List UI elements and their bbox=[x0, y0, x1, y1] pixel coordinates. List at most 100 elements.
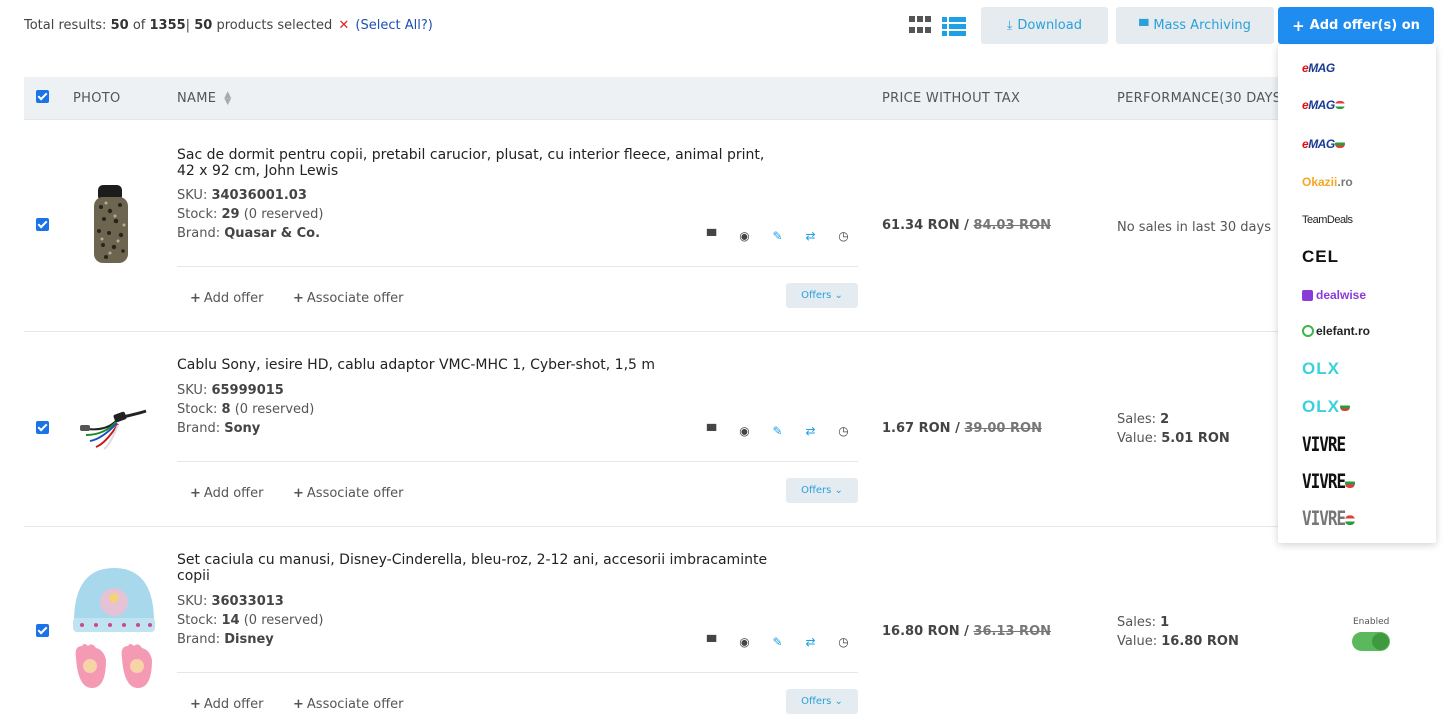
results-total: 1355 bbox=[149, 18, 186, 33]
old-price: 36.13 RON bbox=[973, 624, 1051, 639]
chevron-down-icon: ⌄ bbox=[834, 485, 843, 496]
header-name[interactable]: NAME ▲ ▼ bbox=[177, 90, 231, 106]
add-offer-link[interactable]: + Add offer bbox=[190, 697, 263, 712]
value-amount: 16.80 RON bbox=[1161, 634, 1239, 649]
offers-button[interactable]: Offers ⌄ bbox=[786, 478, 858, 503]
view-icon[interactable]: ◉ bbox=[738, 424, 751, 438]
price: 1.67 RON / 39.00 RON bbox=[882, 421, 1042, 436]
mass-archiving-button[interactable]: ▀ Mass Archiving bbox=[1116, 7, 1274, 44]
history-icon[interactable]: ◷ bbox=[837, 229, 850, 243]
sales-value: 1 bbox=[1160, 615, 1170, 630]
offers-button[interactable]: Offers ⌄ bbox=[786, 689, 858, 714]
product-photo bbox=[73, 568, 155, 688]
plus-icon: + bbox=[293, 697, 304, 712]
edit-icon[interactable]: ✎ bbox=[771, 229, 784, 243]
performance: Sales: 1 Value: 16.80 RON bbox=[1117, 615, 1239, 649]
sku-value: 34036001.03 bbox=[211, 188, 307, 203]
history-icon[interactable]: ◷ bbox=[837, 635, 850, 649]
marketplace-emag-bg[interactable]: e MAG bbox=[1302, 134, 1345, 154]
price: 16.80 RON / 36.13 RON bbox=[882, 624, 1051, 639]
sku-value: 36033013 bbox=[211, 594, 284, 609]
edit-icon[interactable]: ✎ bbox=[771, 635, 784, 649]
stock-value: 8 bbox=[221, 402, 231, 417]
row-checkbox[interactable] bbox=[36, 421, 49, 434]
swap-icon[interactable]: ⇄ bbox=[804, 229, 817, 243]
marketplace-olx-ro[interactable]: OLX bbox=[1302, 359, 1340, 379]
marketplace-vivre-ro[interactable]: VIVRE bbox=[1302, 433, 1346, 457]
sales-value: 2 bbox=[1160, 412, 1170, 427]
download-button[interactable]: ⤓ Download bbox=[981, 7, 1108, 44]
add-offer-link[interactable]: + Add offer bbox=[190, 486, 263, 501]
archive-icon[interactable]: ▀ bbox=[705, 635, 718, 649]
row-checkbox[interactable] bbox=[36, 218, 49, 231]
row-actions: ▀ ◉ ✎ ⇄ ◷ bbox=[705, 424, 850, 438]
history-icon[interactable]: ◷ bbox=[837, 424, 850, 438]
toolbar: Total results: 50 of 1355| 50 products s… bbox=[0, 0, 1449, 56]
marketplace-cel[interactable]: CEL bbox=[1302, 247, 1339, 267]
performance: Sales: 2 Value: 5.01 RON bbox=[1117, 412, 1230, 446]
row-checkbox[interactable] bbox=[36, 624, 49, 637]
brand-value: Sony bbox=[224, 421, 261, 436]
plus-icon: + bbox=[293, 486, 304, 501]
view-icon[interactable]: ◉ bbox=[738, 635, 751, 649]
product-meta: SKU: 34036001.03 Stock: 29 (0 reserved) … bbox=[177, 188, 324, 241]
stock-value: 29 bbox=[221, 207, 240, 222]
product-meta: SKU: 65999015 Stock: 8 (0 reserved) Bran… bbox=[177, 383, 315, 436]
swap-icon[interactable]: ⇄ bbox=[804, 424, 817, 438]
plus-icon: + bbox=[190, 486, 201, 501]
marketplace-teamdeals[interactable]: TeamDeals bbox=[1302, 210, 1353, 230]
download-icon: ⤓ bbox=[1007, 18, 1013, 32]
plus-icon: + bbox=[1292, 16, 1305, 35]
row-divider bbox=[24, 526, 1436, 527]
add-offer-link[interactable]: + Add offer bbox=[190, 291, 263, 306]
old-price: 39.00 RON bbox=[964, 421, 1042, 436]
sku-value: 65999015 bbox=[211, 383, 284, 398]
list-view-icon[interactable] bbox=[942, 16, 966, 36]
clear-selection-icon[interactable]: ✕ bbox=[338, 18, 349, 33]
archive-icon[interactable]: ▀ bbox=[705, 424, 718, 438]
value-amount: 5.01 RON bbox=[1161, 431, 1230, 446]
select-all-link[interactable]: (Select All?) bbox=[355, 18, 432, 33]
row-divider bbox=[24, 331, 1436, 332]
marketplace-dealwise[interactable]: dealwise bbox=[1302, 285, 1366, 305]
old-price: 84.03 RON bbox=[973, 218, 1051, 233]
selected-label: products selected bbox=[216, 18, 333, 33]
stock-value: 14 bbox=[221, 613, 240, 628]
associate-offer-link[interactable]: + Associate offer bbox=[293, 486, 404, 501]
edit-icon[interactable]: ✎ bbox=[771, 424, 784, 438]
marketplace-emag-hu[interactable]: e MAG bbox=[1302, 95, 1345, 115]
associate-offer-link[interactable]: + Associate offer bbox=[293, 291, 404, 306]
marketplace-emag-ro[interactable]: e MAG bbox=[1302, 58, 1335, 78]
marketplace-vivre-hu[interactable]: VIVRE bbox=[1302, 507, 1356, 531]
add-offers-button[interactable]: + Add offer(s) on bbox=[1278, 7, 1434, 44]
archive-icon: ▀ bbox=[1139, 18, 1149, 33]
marketplace-elefant[interactable]: elefant.ro bbox=[1302, 321, 1370, 341]
selected-count: 50 bbox=[194, 18, 213, 33]
enabled-toggle[interactable] bbox=[1352, 632, 1390, 651]
hu-flag-icon bbox=[1334, 101, 1345, 109]
marketplace-olx-bg[interactable]: OLX bbox=[1302, 397, 1350, 417]
bg-flag-icon bbox=[1345, 477, 1356, 488]
archive-icon[interactable]: ▀ bbox=[705, 229, 718, 243]
product-name[interactable]: Sac de dormit pentru copii, pretabil car… bbox=[177, 147, 777, 179]
swap-icon[interactable]: ⇄ bbox=[804, 635, 817, 649]
grid-view-icon[interactable] bbox=[909, 16, 933, 36]
bg-flag-icon bbox=[1334, 140, 1345, 148]
marketplace-vivre-bg[interactable]: VIVRE bbox=[1302, 470, 1356, 494]
plus-icon: + bbox=[190, 291, 201, 306]
marketplace-okazii[interactable]: Okazii .ro bbox=[1302, 172, 1353, 192]
results-prefix: Total results: bbox=[24, 18, 107, 33]
divider bbox=[177, 266, 858, 267]
results-of: of bbox=[132, 18, 146, 33]
offers-button[interactable]: Offers ⌄ bbox=[786, 283, 858, 308]
associate-offer-link[interactable]: + Associate offer bbox=[293, 697, 404, 712]
product-name[interactable]: Cablu Sony, iesire HD, cablu adaptor VMC… bbox=[177, 357, 777, 373]
product-photo bbox=[80, 409, 147, 450]
product-name[interactable]: Set caciula cu manusi, Disney-Cinderella… bbox=[177, 552, 777, 584]
sort-icon[interactable]: ▲ ▼ bbox=[224, 90, 231, 106]
results-separator: | bbox=[185, 18, 191, 33]
select-all-checkbox[interactable] bbox=[36, 90, 49, 103]
product-photo bbox=[94, 185, 128, 263]
view-icon[interactable]: ◉ bbox=[738, 229, 751, 243]
elefant-icon bbox=[1302, 325, 1314, 337]
